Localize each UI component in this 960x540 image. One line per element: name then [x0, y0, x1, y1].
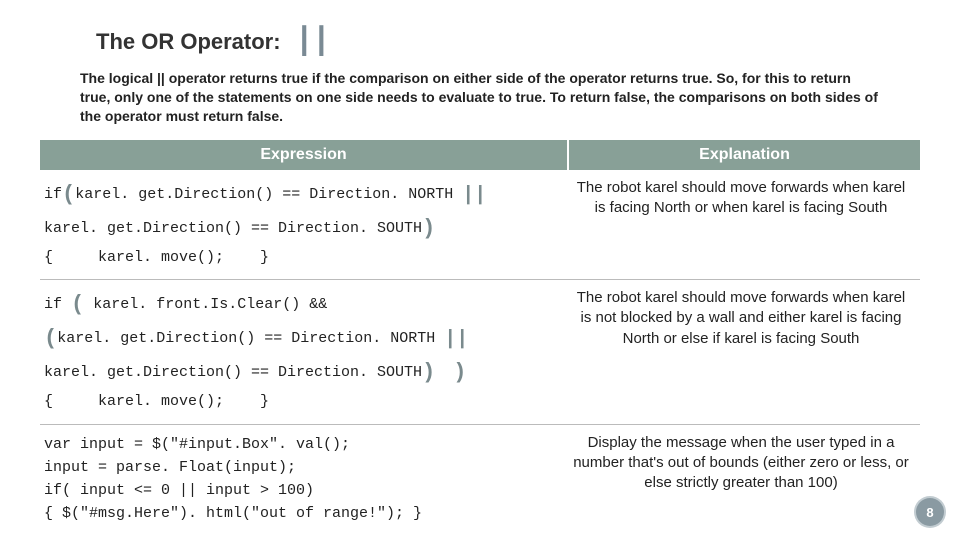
col-expression: Expression [40, 140, 568, 170]
explanation-cell: Display the message when the user typed … [568, 424, 920, 536]
examples-table: Expression Explanation if(karel. get.Dir… [40, 140, 920, 536]
page-title: The OR Operator: [96, 29, 281, 55]
page-number-badge: 8 [916, 498, 944, 526]
intro-text: The logical || operator returns true if … [80, 69, 880, 126]
explanation-cell: The robot karel should move forwards whe… [568, 280, 920, 425]
col-explanation: Explanation [568, 140, 920, 170]
expression-cell: if(karel. get.Direction() == Direction. … [40, 170, 568, 280]
explanation-cell: The robot karel should move forwards whe… [568, 170, 920, 280]
title-row: The OR Operator: || [96, 22, 920, 59]
table-row: var input = $("#input.Box". val(); input… [40, 424, 920, 536]
expression-cell: if ( karel. front.Is.Clear() && (karel. … [40, 280, 568, 425]
table-row: if(karel. get.Direction() == Direction. … [40, 170, 920, 280]
slide: The OR Operator: || The logical || opera… [0, 0, 960, 540]
expression-cell: var input = $("#input.Box". val(); input… [40, 424, 568, 536]
or-symbol: || [295, 22, 329, 59]
table-row: if ( karel. front.Is.Clear() && (karel. … [40, 280, 920, 425]
